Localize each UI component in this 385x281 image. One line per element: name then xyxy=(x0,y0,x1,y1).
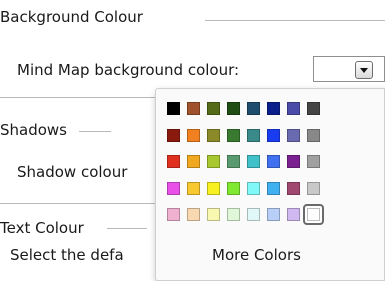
color-swatch[interactable] xyxy=(167,155,180,168)
color-swatch[interactable] xyxy=(287,102,300,115)
color-swatch[interactable] xyxy=(287,182,300,195)
color-swatch[interactable] xyxy=(227,208,240,221)
color-swatch[interactable] xyxy=(167,182,180,195)
mind-map-background-colour-label: Mind Map background colour: xyxy=(17,61,240,79)
color-swatch[interactable] xyxy=(187,208,200,221)
shadows-bottom-divider xyxy=(0,203,155,204)
color-swatch[interactable] xyxy=(247,129,260,142)
color-swatch[interactable] xyxy=(247,182,260,195)
color-swatch[interactable] xyxy=(207,155,220,168)
color-swatch[interactable] xyxy=(187,102,200,115)
color-swatch[interactable] xyxy=(307,182,320,195)
color-swatch[interactable] xyxy=(207,208,220,221)
color-swatch[interactable] xyxy=(307,129,320,142)
chevron-down-icon[interactable] xyxy=(355,61,373,79)
text-colour-divider xyxy=(107,228,147,229)
color-swatch[interactable] xyxy=(167,129,180,142)
color-swatch[interactable] xyxy=(307,102,320,115)
color-swatch-selected[interactable] xyxy=(303,204,324,225)
background-colour-group-title: Background Colour xyxy=(0,8,143,26)
color-swatch[interactable] xyxy=(267,129,280,142)
color-swatch[interactable] xyxy=(167,102,180,115)
color-swatch[interactable] xyxy=(287,155,300,168)
color-swatch[interactable] xyxy=(247,155,260,168)
color-swatch[interactable] xyxy=(187,155,200,168)
color-swatch[interactable] xyxy=(287,208,300,221)
color-swatch[interactable] xyxy=(187,182,200,195)
background-colour-bottom-divider xyxy=(0,97,155,98)
shadows-group-title: Shadows xyxy=(0,121,68,139)
color-swatch[interactable] xyxy=(247,102,260,115)
color-swatch[interactable] xyxy=(267,102,280,115)
more-colors-button[interactable]: More Colors xyxy=(212,246,301,264)
color-swatch[interactable] xyxy=(167,208,180,221)
color-swatch[interactable] xyxy=(227,182,240,195)
color-swatch[interactable] xyxy=(207,102,220,115)
background-colour-divider xyxy=(205,20,385,21)
shadows-divider xyxy=(79,131,111,132)
shadow-colour-label: Shadow colour xyxy=(17,163,128,181)
color-swatch[interactable] xyxy=(227,155,240,168)
text-colour-group-title: Text Colour xyxy=(0,219,84,237)
color-swatch[interactable] xyxy=(227,102,240,115)
text-colour-description: Select the defa xyxy=(10,246,124,264)
color-swatch[interactable] xyxy=(267,155,280,168)
color-swatch[interactable] xyxy=(207,129,220,142)
color-swatch[interactable] xyxy=(267,208,280,221)
color-swatch[interactable] xyxy=(287,129,300,142)
color-swatch[interactable] xyxy=(187,129,200,142)
color-swatch[interactable] xyxy=(227,129,240,142)
color-swatch[interactable] xyxy=(247,208,260,221)
color-swatch[interactable] xyxy=(207,182,220,195)
background-colour-combobox[interactable] xyxy=(313,56,385,82)
color-swatch[interactable] xyxy=(307,155,320,168)
color-swatch[interactable] xyxy=(267,182,280,195)
